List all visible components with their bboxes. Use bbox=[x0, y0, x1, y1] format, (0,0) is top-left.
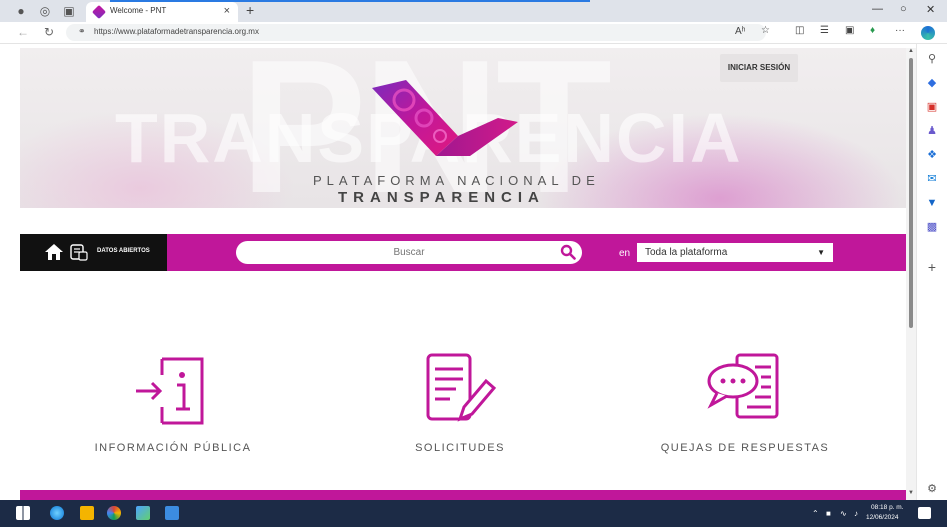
sidebar-teams-icon[interactable]: ▩ bbox=[925, 220, 939, 234]
taskbar-search-icon[interactable] bbox=[50, 506, 64, 520]
url-text: https://www.plataformadetransparencia.or… bbox=[94, 27, 259, 36]
read-aloud-icon[interactable]: Aʰ bbox=[735, 26, 746, 37]
sidebar-drop-icon[interactable]: ▼ bbox=[925, 196, 939, 210]
chevron-down-icon: ▼ bbox=[817, 248, 825, 257]
quick-links-box: DATOS ABIERTOS bbox=[20, 234, 167, 271]
tray-chevron-icon[interactable]: ⌃ bbox=[812, 509, 819, 518]
browser-tab-strip: ● ◎ ▣ Welcome - PNT × + — ○ ✕ bbox=[0, 0, 947, 22]
pnt-logo-icon bbox=[372, 80, 518, 156]
open-data-icon[interactable] bbox=[70, 243, 88, 261]
profile-icon[interactable]: ● bbox=[14, 4, 28, 18]
workspaces-icon[interactable]: ◎ bbox=[38, 4, 52, 18]
sidebar-games-icon[interactable]: ♟ bbox=[925, 124, 939, 138]
close-tab-icon[interactable]: × bbox=[224, 5, 230, 17]
active-tab[interactable]: Welcome - PNT × bbox=[86, 2, 238, 22]
favorite-star-icon[interactable]: ☆ bbox=[761, 25, 770, 36]
more-menu-icon[interactable]: ··· bbox=[895, 25, 905, 36]
refresh-icon[interactable]: ↻ bbox=[44, 25, 54, 39]
back-icon[interactable]: ← bbox=[17, 25, 29, 39]
footer-strip bbox=[20, 490, 906, 500]
card-label-informacion-publica[interactable]: INFORMACIÓN PÚBLICA bbox=[63, 442, 283, 454]
new-tab-button[interactable]: + bbox=[246, 2, 254, 18]
open-data-link[interactable]: DATOS ABIERTOS bbox=[97, 248, 150, 254]
minimize-icon[interactable]: — bbox=[872, 3, 883, 15]
document-edit-icon[interactable] bbox=[420, 351, 500, 431]
copilot-icon[interactable] bbox=[921, 26, 935, 40]
chrome-icon[interactable] bbox=[107, 506, 121, 520]
restore-icon[interactable]: ○ bbox=[900, 3, 907, 15]
scope-select-value: Toda la plataforma bbox=[645, 247, 728, 258]
search-input[interactable] bbox=[236, 241, 582, 264]
address-bar[interactable]: ⚭ https://www.plataformadetransparencia.… bbox=[66, 24, 766, 41]
split-screen-icon[interactable]: ◫ bbox=[795, 25, 804, 36]
page-viewport: PNT TRANSPARENCIA INICIAR SESIÓN PLAT bbox=[20, 48, 906, 500]
sidebar-add-icon[interactable]: + bbox=[925, 260, 939, 274]
sidebar-search-icon[interactable]: ⚲ bbox=[925, 52, 939, 66]
windows-start-icon[interactable] bbox=[16, 506, 30, 520]
favorites-list-icon[interactable]: ☰ bbox=[820, 25, 829, 36]
tab-actions-icon[interactable]: ▣ bbox=[62, 4, 76, 18]
lock-icon: ⚭ bbox=[78, 26, 86, 36]
scroll-up-icon[interactable]: ▲ bbox=[908, 48, 914, 54]
login-button[interactable]: INICIAR SESIÓN bbox=[720, 54, 798, 82]
close-window-icon[interactable]: ✕ bbox=[926, 3, 935, 16]
sidebar-tools-icon[interactable]: ▣ bbox=[925, 100, 939, 114]
scroll-down-icon[interactable]: ▼ bbox=[908, 490, 914, 496]
pnt-favicon-icon bbox=[91, 4, 107, 20]
tab-title: Welcome - PNT bbox=[110, 6, 167, 15]
taskbar-time[interactable]: 08:18 p. m. bbox=[871, 504, 904, 511]
edge-sidebar: ⚲ ◆ ▣ ♟ ❖ ✉ ▼ ▩ + ⚙ bbox=[916, 44, 947, 500]
home-icon[interactable] bbox=[44, 242, 64, 262]
file-explorer-icon[interactable] bbox=[80, 506, 94, 520]
information-icon[interactable] bbox=[132, 351, 212, 431]
search-icon[interactable] bbox=[560, 244, 576, 260]
windows-taskbar bbox=[0, 500, 947, 527]
scope-select[interactable]: Toda la plataforma ▼ bbox=[637, 243, 833, 262]
taskbar-app-icon[interactable] bbox=[136, 506, 150, 520]
sidebar-shopping-icon[interactable]: ◆ bbox=[925, 76, 939, 90]
logo-line-2: TRANSPARENCIA bbox=[338, 189, 545, 206]
collections-icon[interactable]: ▣ bbox=[845, 25, 854, 36]
logo-line-1: PLATAFORMA NACIONAL DE bbox=[313, 173, 600, 188]
taskbar-window-icon[interactable] bbox=[165, 506, 179, 520]
search-bar: DATOS ABIERTOS en Toda la plataforma ▼ bbox=[20, 234, 906, 271]
tray-battery-icon[interactable]: ■ bbox=[826, 509, 831, 518]
card-label-solicitudes[interactable]: SOLICITUDES bbox=[350, 442, 570, 454]
sidebar-microsoft365-icon[interactable]: ❖ bbox=[925, 148, 939, 162]
sidebar-outlook-icon[interactable]: ✉ bbox=[925, 172, 939, 186]
address-toolbar: ← ↻ ⚭ https://www.plataformadetransparen… bbox=[0, 22, 947, 44]
scope-label: en bbox=[619, 248, 631, 259]
card-label-quejas-de-respuestas[interactable]: QUEJAS DE RESPUESTAS bbox=[635, 442, 855, 454]
notifications-icon[interactable] bbox=[918, 507, 931, 519]
taskbar-date[interactable]: 12/06/2024 bbox=[866, 514, 899, 521]
hero-banner: PNT TRANSPARENCIA INICIAR SESIÓN PLAT bbox=[20, 48, 906, 233]
scrollbar-thumb[interactable] bbox=[909, 58, 913, 328]
tray-volume-icon[interactable]: ♪ bbox=[854, 509, 858, 518]
tray-network-icon[interactable]: ∿ bbox=[840, 509, 847, 518]
sidebar-settings-icon[interactable]: ⚙ bbox=[925, 482, 939, 496]
page-scrollbar[interactable]: ▲ ▼ bbox=[906, 48, 916, 500]
extensions-icon[interactable]: ♦ bbox=[870, 25, 875, 36]
chat-document-icon[interactable] bbox=[703, 351, 783, 431]
